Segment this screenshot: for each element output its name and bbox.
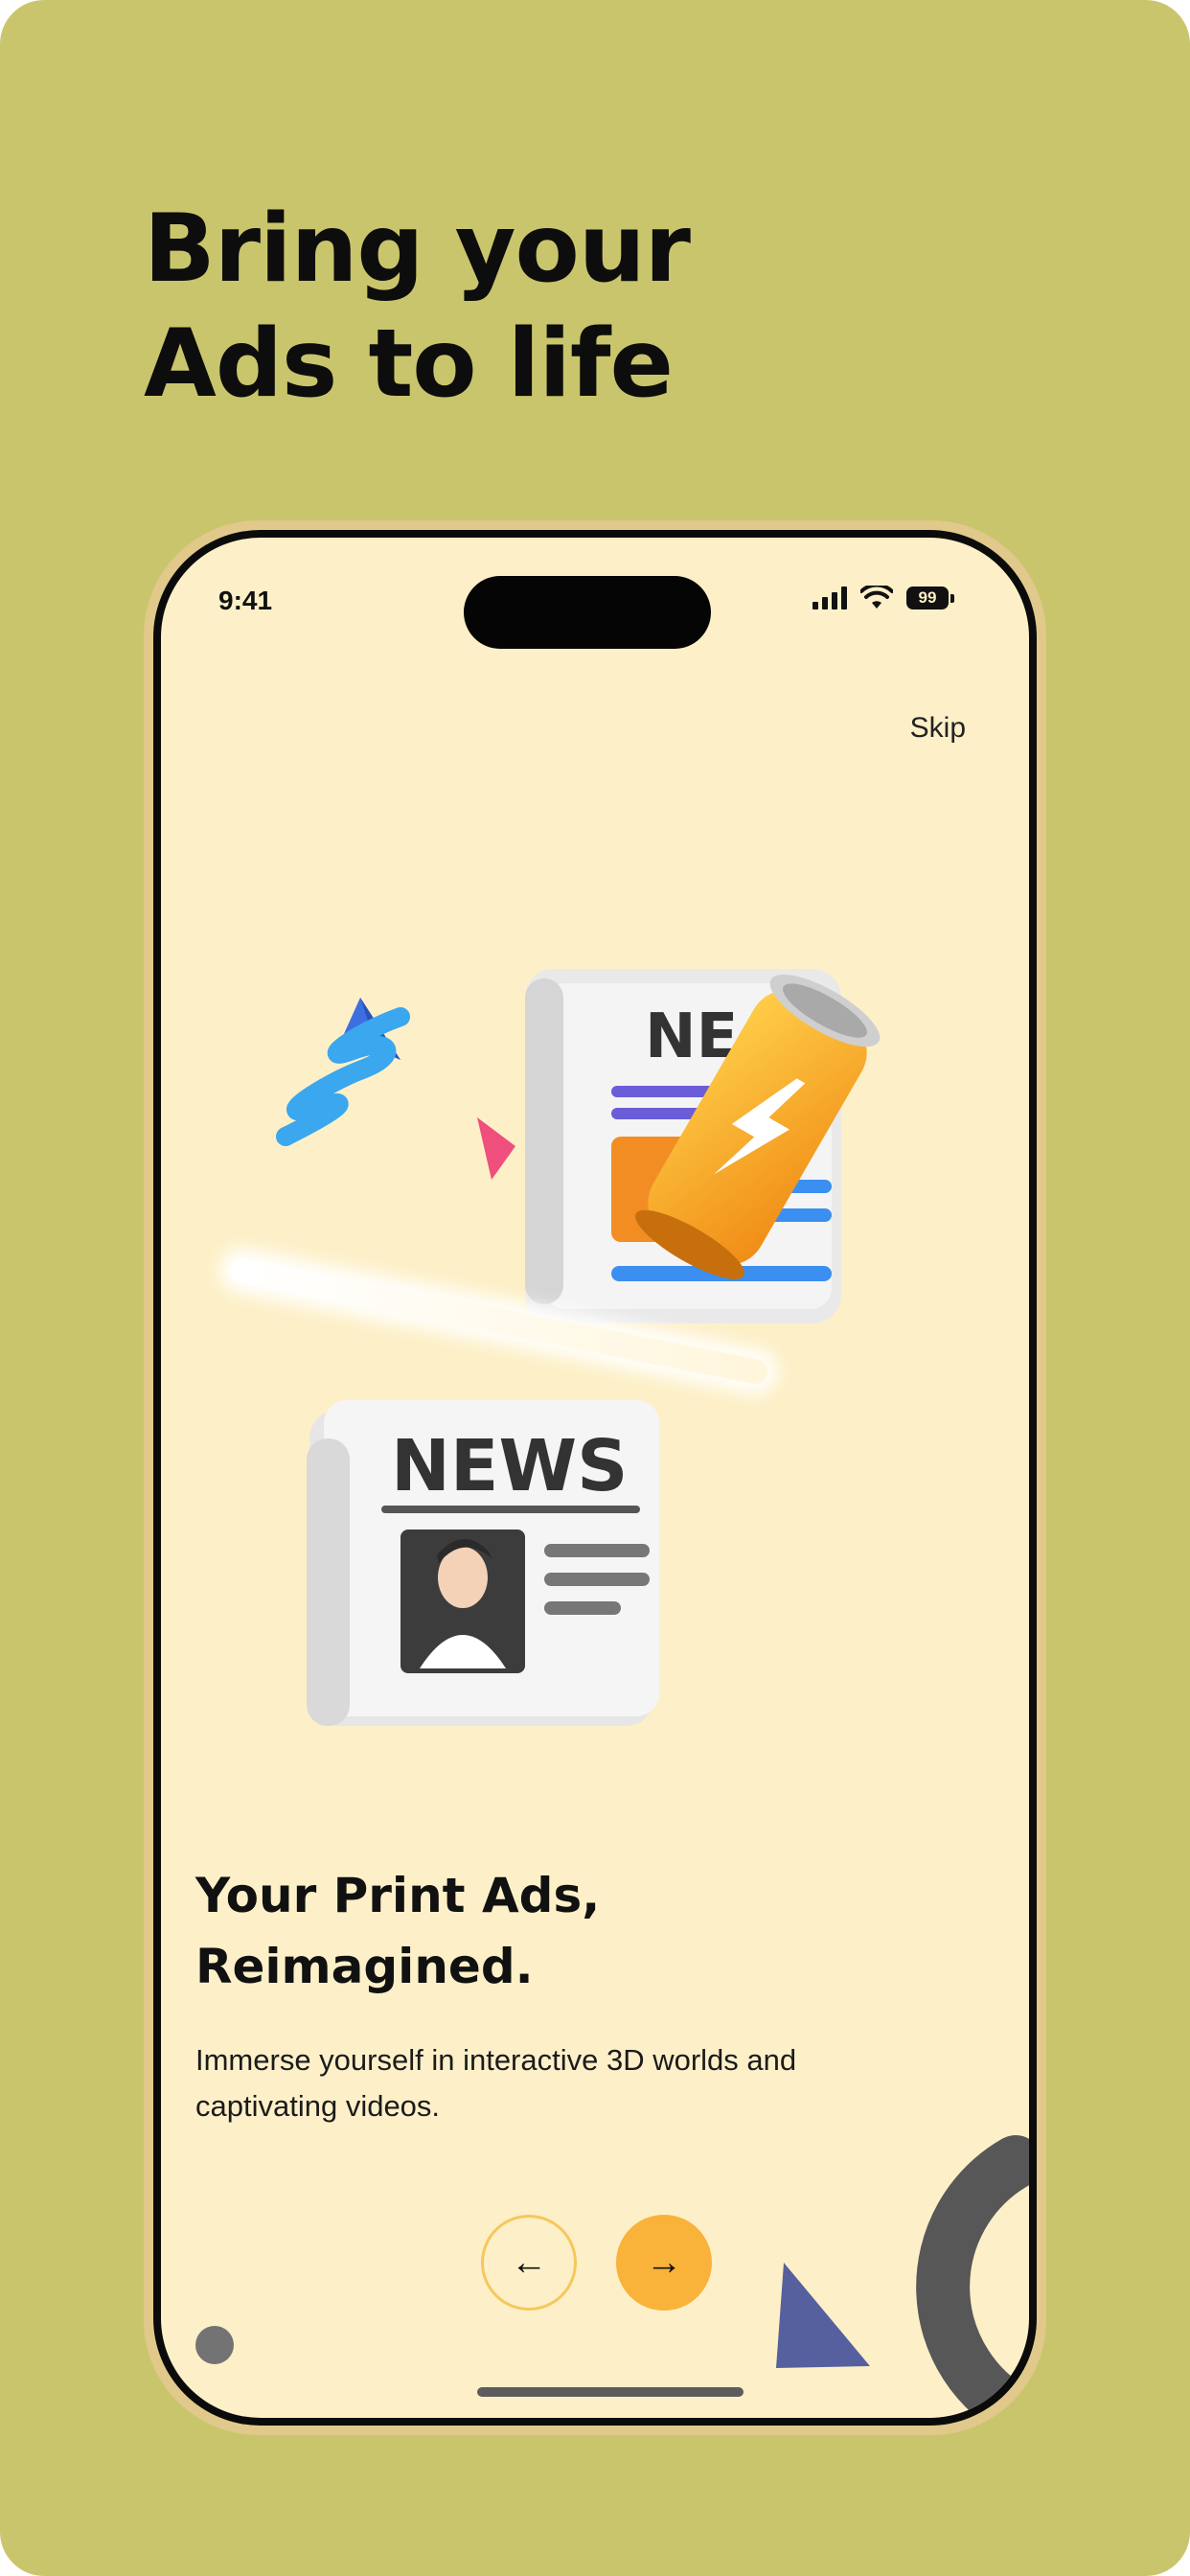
phone-mockup: 9:41 99 Skip NE NEWS Your Print Ads, Rei…: [144, 520, 1046, 2435]
promo-headline: Bring your Ads to life: [144, 192, 910, 422]
promo-card: Bring your Ads to life 9:41 99 Skip NE N…: [0, 0, 1190, 2576]
headline-line-1: Bring your: [144, 195, 691, 304]
decor-shapes: [776, 2135, 1029, 2418]
gray-arc-shape: [916, 2135, 1029, 2418]
phone-bezel: 9:41 99 Skip NE NEWS Your Print Ads, Rei…: [153, 530, 1037, 2426]
onboarding-screen: 9:41 99 Skip NE NEWS Your Print Ads, Rei…: [161, 538, 1029, 2418]
headline-line-2: Ads to life: [144, 310, 674, 419]
purple-triangle-shape: [776, 2263, 870, 2368]
home-indicator[interactable]: [477, 2387, 744, 2397]
